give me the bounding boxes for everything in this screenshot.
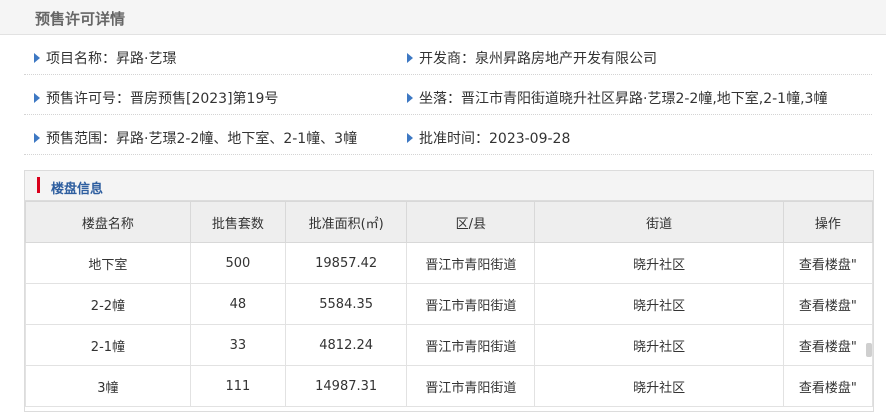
table-row: 2-2幢 48 5584.35 晋江市青阳街道 晓升社区 查看楼盘" <box>25 283 874 325</box>
cell-area: 19857.42 <box>284 242 408 284</box>
triangle-bullet-icon <box>34 53 40 63</box>
info-row: 预售许可号：晋房预售[2023]第19号 坐落：晋江市青阳街道晓升社区昇路·艺璟… <box>24 78 872 115</box>
triangle-bullet-icon <box>34 133 40 143</box>
cell-street: 晓升社区 <box>534 283 784 325</box>
field-value: 晋房预售[2023]第19号 <box>130 91 279 107</box>
cell-district: 晋江市青阳街道 <box>406 324 536 366</box>
cell-street: 晓升社区 <box>534 242 784 284</box>
triangle-bullet-icon <box>407 133 413 143</box>
field-label: 预售许可号： <box>46 91 130 107</box>
building-table: 楼盘名称 批售套数 批准面积(㎡) 区/县 街道 操作 地下室 500 1985… <box>25 201 874 407</box>
field-label: 开发商： <box>419 51 475 67</box>
developer-field: 开发商：泉州昇路房地产开发有限公司 <box>407 48 657 68</box>
field-value: 晋江市青阳街道晓升社区昇路·艺璟2-2幢,地下室,2-1幢,3幢 <box>461 91 828 107</box>
col-header-name: 楼盘名称 <box>25 201 191 243</box>
location-field: 坐落：晋江市青阳街道晓升社区昇路·艺璟2-2幢,地下室,2-1幢,3幢 <box>407 88 827 108</box>
presale-scope-field: 预售范围：昇路·艺璟2-2幢、地下室、2-1幢、3幢 <box>34 128 357 148</box>
field-value: 昇路·艺璟 <box>116 51 177 67</box>
col-header-action: 操作 <box>782 201 874 243</box>
presale-permit-field: 预售许可号：晋房预售[2023]第19号 <box>34 88 278 108</box>
approval-date-field: 批准时间：2023-09-28 <box>407 128 570 148</box>
table-header-row: 楼盘名称 批售套数 批准面积(㎡) 区/县 街道 操作 <box>25 201 874 243</box>
view-building-link[interactable]: 查看楼盘" <box>782 324 874 366</box>
info-row: 项目名称：昇路·艺璟 开发商：泉州昇路房地产开发有限公司 <box>24 38 872 75</box>
col-header-district: 区/县 <box>406 201 536 243</box>
col-header-street: 街道 <box>534 201 784 243</box>
cell-district: 晋江市青阳街道 <box>406 242 536 284</box>
accent-bar <box>37 177 40 193</box>
view-building-link[interactable]: 查看楼盘" <box>782 283 874 325</box>
cell-district: 晋江市青阳街道 <box>406 283 536 325</box>
field-value: 昇路·艺璟2-2幢、地下室、2-1幢、3幢 <box>116 131 358 147</box>
table-row: 3幢 111 14987.31 晋江市青阳街道 晓升社区 查看楼盘" <box>25 365 874 407</box>
cell-area: 4812.24 <box>284 324 408 366</box>
cell-area: 5584.35 <box>284 283 408 325</box>
cell-name: 2-2幢 <box>25 283 191 325</box>
cell-name: 2-1幢 <box>25 324 191 366</box>
field-value: 泉州昇路房地产开发有限公司 <box>475 51 657 67</box>
cell-area: 14987.31 <box>284 365 408 407</box>
view-building-link[interactable]: 查看楼盘" <box>782 365 874 407</box>
table-row: 2-1幢 33 4812.24 晋江市青阳街道 晓升社区 查看楼盘" <box>25 324 874 366</box>
triangle-bullet-icon <box>407 93 413 103</box>
cell-street: 晓升社区 <box>534 324 784 366</box>
field-label: 批准时间： <box>419 131 489 147</box>
cell-name: 地下室 <box>25 242 191 284</box>
section-header: 楼盘信息 <box>25 171 873 201</box>
cell-units: 48 <box>189 283 286 325</box>
table-row: 地下室 500 19857.42 晋江市青阳街道 晓升社区 查看楼盘" <box>25 242 874 284</box>
page-header: 预售许可详情 <box>0 0 886 35</box>
triangle-bullet-icon <box>34 93 40 103</box>
page-title: 预售许可详情 <box>35 10 126 28</box>
cell-units: 33 <box>189 324 286 366</box>
cell-name: 3幢 <box>25 365 191 407</box>
cell-district: 晋江市青阳街道 <box>406 365 536 407</box>
cell-units: 111 <box>189 365 286 407</box>
scrollbar-thumb[interactable] <box>866 343 872 357</box>
field-value: 2023-09-28 <box>489 131 571 147</box>
info-row: 预售范围：昇路·艺璟2-2幢、地下室、2-1幢、3幢 批准时间：2023-09-… <box>24 118 872 155</box>
field-label: 项目名称： <box>46 51 116 67</box>
cell-street: 晓升社区 <box>534 365 784 407</box>
triangle-bullet-icon <box>407 53 413 63</box>
cell-units: 500 <box>189 242 286 284</box>
view-building-link[interactable]: 查看楼盘" <box>782 242 874 284</box>
col-header-area: 批准面积(㎡) <box>284 201 408 243</box>
field-label: 预售范围： <box>46 131 116 147</box>
field-label: 坐落： <box>419 91 461 107</box>
col-header-units: 批售套数 <box>189 201 286 243</box>
building-info-section: 楼盘信息 楼盘名称 批售套数 批准面积(㎡) 区/县 街道 操作 地下室 500… <box>24 170 874 412</box>
section-title: 楼盘信息 <box>51 182 104 197</box>
project-name-field: 项目名称：昇路·艺璟 <box>34 48 176 68</box>
